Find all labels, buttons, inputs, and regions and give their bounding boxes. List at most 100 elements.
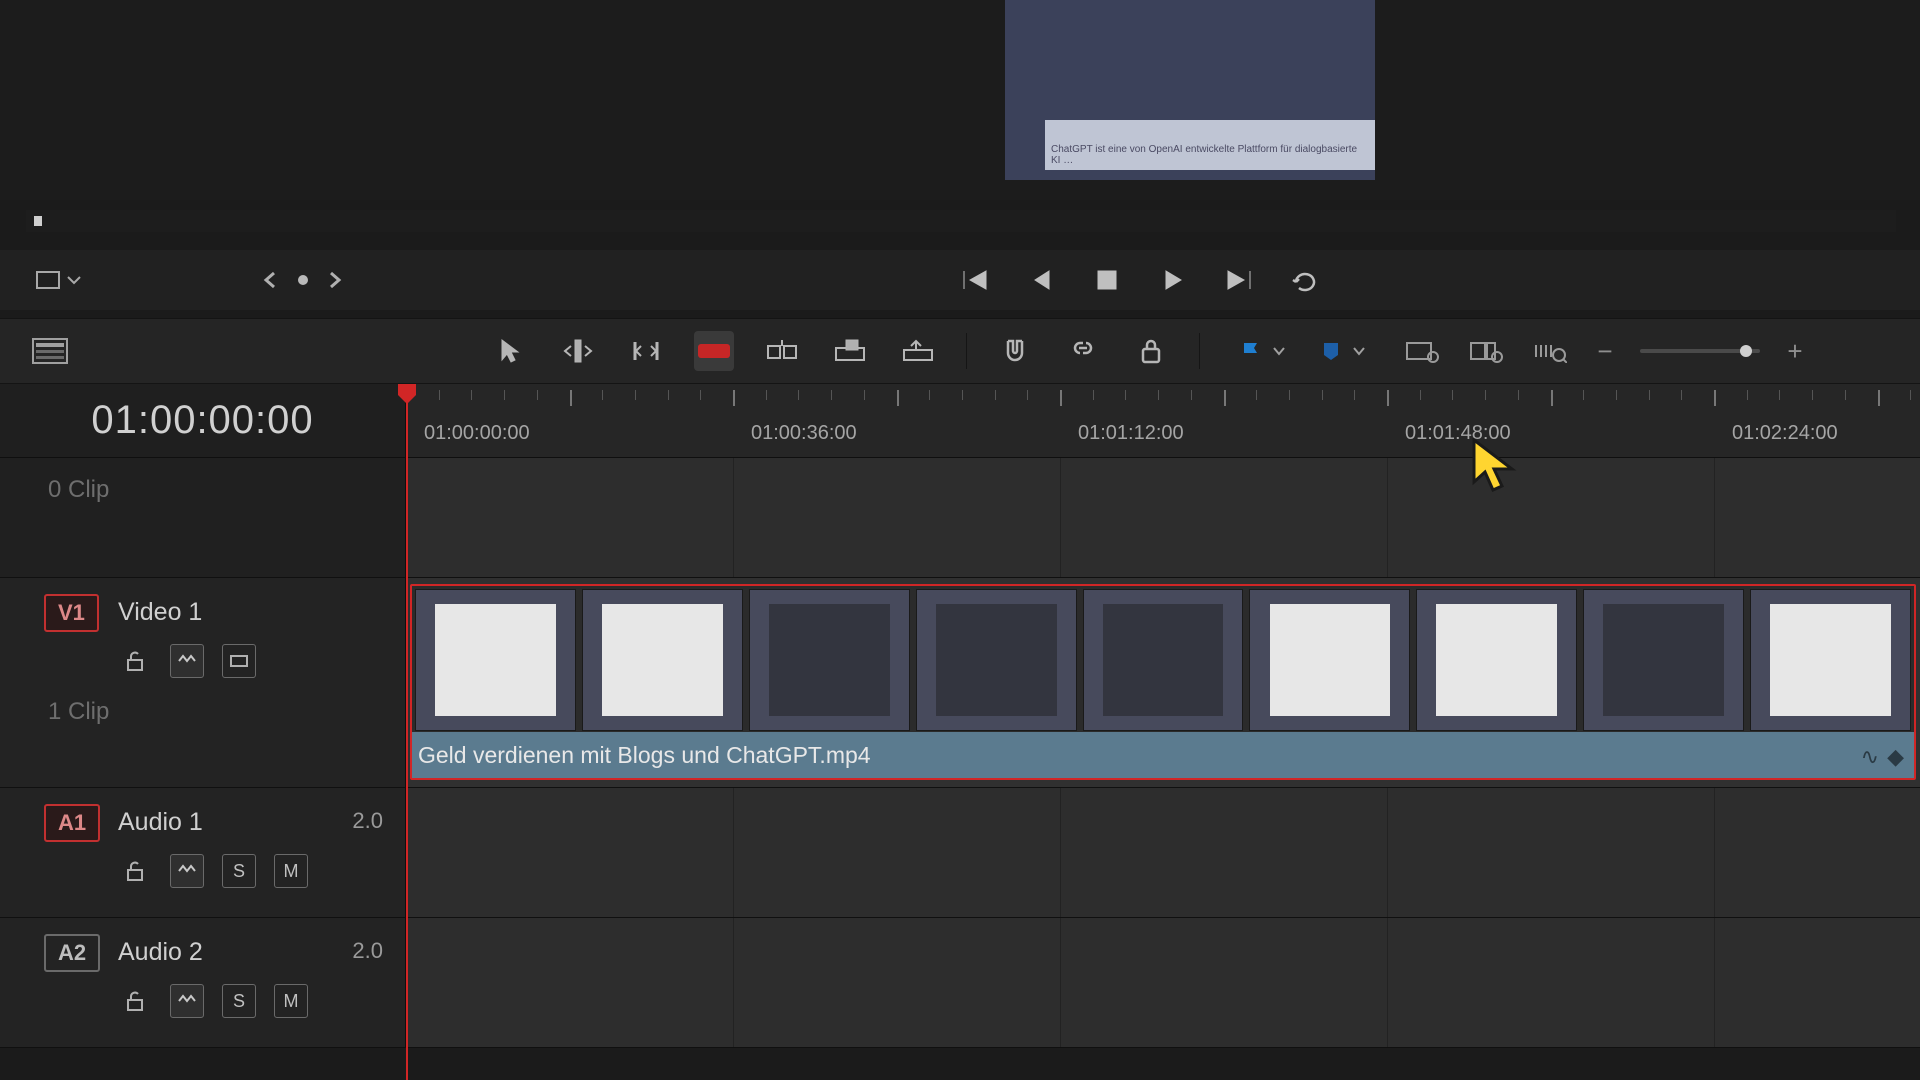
chevron-down-icon[interactable] [1272,344,1286,358]
insert-tool[interactable] [762,331,802,371]
clip-thumbnails [412,586,1914,734]
pointer-tool[interactable] [490,331,530,371]
zoom-slider[interactable] [1640,349,1760,353]
track-lock-v1[interactable] [118,644,152,678]
track-auto-select-a1[interactable] [170,854,204,888]
scrub-bar[interactable] [26,210,1896,232]
playhead[interactable] [406,384,408,1080]
zoom-in-button[interactable]: + [1784,340,1806,362]
track-name-a1: Audio 1 [118,808,203,837]
clip-count-v1: 1 Clip [48,698,109,726]
auto-select-icon [177,863,197,879]
zoom-out-button[interactable]: − [1594,340,1616,362]
track-tag-a2[interactable]: A2 [44,934,100,972]
replace-icon [901,338,935,364]
transport-row [0,250,1920,310]
replace-tool[interactable] [898,331,938,371]
solo-a1[interactable]: S [222,854,256,888]
link-toggle[interactable] [1063,331,1103,371]
step-back-button[interactable] [1026,265,1056,295]
flag-icon[interactable] [1240,340,1262,362]
ruler-label: 01:01:48:00 [1405,422,1511,445]
fx-keyframe-icon[interactable]: ◆ [1887,744,1904,770]
chevron-down-icon [66,272,82,288]
razor-icon [696,339,732,363]
dynamic-trim-tool[interactable] [626,331,666,371]
chevron-down-icon[interactable] [1352,344,1366,358]
pointer-icon [499,338,521,364]
toolbar: − + [0,318,1920,384]
track-lock-a2[interactable] [118,984,152,1018]
subclip-lane[interactable] [406,458,1920,578]
trim-tool[interactable] [558,331,598,371]
subclip-count: 0 Clip [48,476,109,504]
preview-caption: ChatGPT ist eine von OpenAI entwickelte … [1045,120,1375,170]
zoom-custom-icon [1533,339,1567,363]
audio2-track-header[interactable]: A2 Audio 2 2.0 S M [0,918,406,1048]
lock-toggle[interactable] [1131,331,1171,371]
ruler-label: 01:02:24:00 [1732,422,1838,445]
overwrite-icon [833,338,867,364]
track-auto-select-v1[interactable] [170,644,204,678]
dot-icon[interactable] [298,275,308,285]
timeline-view-button[interactable] [30,335,70,367]
skip-forward-button[interactable] [1224,265,1254,295]
zoom-slider-knob[interactable] [1740,345,1752,357]
zoom-detail-icon [1469,339,1503,363]
transform-dropdown[interactable] [36,271,82,289]
lock-icon [1139,338,1163,364]
clip-filename: Geld verdienen mit Blogs und ChatGPT.mp4 [412,732,1914,778]
track-tag-a1[interactable]: A1 [44,804,100,842]
frame-icon [229,654,249,668]
play-button[interactable] [1158,265,1188,295]
stop-button[interactable] [1092,265,1122,295]
loop-button[interactable] [1290,265,1320,295]
track-name-v1: Video 1 [118,598,202,627]
ruler-label: 01:01:12:00 [1078,422,1184,445]
timeline-ruler[interactable]: 01:00:00:00 01:00:36:00 01:01:12:00 01:0… [406,384,1920,458]
zoom-fit-icon [1405,339,1439,363]
ruler-label: 01:00:36:00 [751,422,857,445]
marker-icon[interactable] [1320,340,1342,362]
lock-open-icon [125,861,145,881]
auto-select-icon [177,993,197,1009]
overwrite-tool[interactable] [830,331,870,371]
scrub-handle[interactable] [34,216,42,226]
channel-label-a2: 2.0 [352,938,383,964]
trim-icon [561,338,595,364]
lock-open-icon [125,991,145,1011]
audio1-track-header[interactable]: A1 Audio 1 2.0 S M [0,788,406,918]
dynamic-trim-icon [629,338,663,364]
subclip-track-header[interactable]: 0 Clip [0,458,406,578]
zoom-detail-button[interactable] [1466,331,1506,371]
mute-a2[interactable]: M [274,984,308,1018]
track-auto-select-a2[interactable] [170,984,204,1018]
audio2-lane[interactable] [406,918,1920,1048]
track-enable-v1[interactable] [222,644,256,678]
track-lock-a1[interactable] [118,854,152,888]
zoom-custom-button[interactable] [1530,331,1570,371]
chevron-left-icon[interactable] [262,271,280,289]
skip-back-button[interactable] [960,265,990,295]
fx-curve-icon[interactable]: ∿ [1861,744,1879,770]
video1-lane[interactable]: Geld verdienen mit Blogs und ChatGPT.mp4… [406,578,1920,788]
transform-icon [36,271,60,289]
audio1-lane[interactable] [406,788,1920,918]
video1-track-header[interactable]: V1 Video 1 1 Clip [0,578,406,788]
snap-magnet-icon [1002,338,1028,364]
timeline-view-icon [32,338,68,364]
timecode-value: 01:00:00:00 [91,398,313,443]
mute-a1[interactable]: M [274,854,308,888]
link-icon [1069,338,1097,364]
video-clip[interactable]: Geld verdienen mit Blogs und ChatGPT.mp4… [410,584,1916,780]
snap-toggle[interactable] [995,331,1035,371]
zoom-fit-button[interactable] [1402,331,1442,371]
insert-icon [765,338,799,364]
razor-tool[interactable] [694,331,734,371]
solo-a2[interactable]: S [222,984,256,1018]
track-tag-v1[interactable]: V1 [44,594,99,632]
timecode-display[interactable]: 01:00:00:00 [0,384,406,458]
chevron-right-icon[interactable] [326,271,344,289]
lock-open-icon [125,651,145,671]
clip-fx-icons[interactable]: ∿◆ [1861,744,1904,770]
